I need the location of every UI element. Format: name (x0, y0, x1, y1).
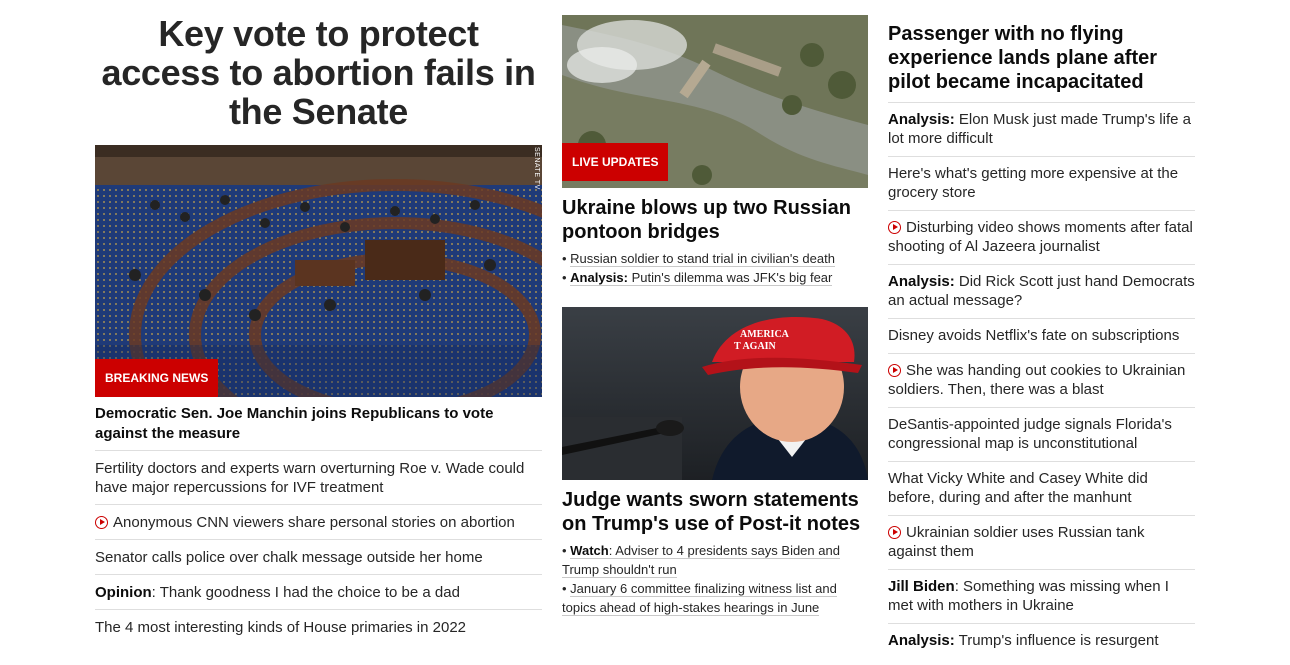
trump-photo[interactable]: AMERICA T AGAIN (562, 307, 868, 480)
headline-link[interactable]: She was handing out cookies to Ukrainian… (888, 354, 1195, 408)
bullet-link-text: Russian soldier to stand trial in civili… (570, 251, 835, 267)
headline-link[interactable]: Anonymous CNN viewers share personal sto… (95, 505, 542, 540)
headline-link[interactable]: Analysis: Elon Musk just made Trump's li… (888, 103, 1195, 157)
lead-headline[interactable]: Key vote to protect access to abortion f… (95, 14, 542, 131)
passenger-headline[interactable]: Passenger with no flying experience land… (888, 22, 1195, 103)
senate-chamber-image[interactable]: SENATE TV BREAKING NEWS (95, 145, 542, 397)
ukraine-river-image[interactable]: LIVE UPDATES (562, 15, 868, 188)
headline-prefix: Jill Biden (888, 578, 955, 595)
lead-related-list: Fertility doctors and experts warn overt… (95, 451, 542, 644)
play-video-icon (888, 221, 901, 234)
lead-story-column: Key vote to protect access to abortion f… (95, 0, 542, 644)
ukraine-headline[interactable]: Ukraine blows up two Russian pontoon bri… (562, 196, 868, 244)
headline-link[interactable]: Senator calls police over chalk message … (95, 540, 542, 575)
headline-link[interactable]: Opinion: Thank goodness I had the choice… (95, 575, 542, 610)
headline-text: Here's what's getting more expensive at … (888, 165, 1179, 201)
trump-portrait-illustration: AMERICA T AGAIN (562, 307, 868, 480)
headline-link[interactable]: DeSantis-appointed judge signals Florida… (888, 408, 1195, 462)
lead-subheadline[interactable]: Democratic Sen. Joe Manchin joins Republ… (95, 404, 542, 451)
headline-link[interactable]: Analysis: Did Rick Scott just hand Democ… (888, 265, 1195, 319)
ukraine-related-list: • Russian soldier to stand trial in civi… (562, 249, 868, 287)
headline-text: Anonymous CNN viewers share personal sto… (113, 514, 515, 531)
bullet-link-text: January 6 committee finalizing witness l… (562, 581, 837, 616)
bullet-link-text: Watch: Adviser to 4 presidents says Bide… (562, 543, 840, 578)
bullet-text: Russian soldier to stand trial in civili… (570, 251, 835, 266)
headline-link[interactable]: What Vicky White and Casey White did bef… (888, 462, 1195, 516)
headline-link[interactable]: The 4 most interesting kinds of House pr… (95, 610, 542, 644)
bullet-link[interactable]: • Russian soldier to stand trial in civi… (562, 249, 868, 268)
headline-text: What Vicky White and Casey White did bef… (888, 470, 1148, 506)
right-column: Passenger with no flying experience land… (888, 0, 1195, 658)
bullet-link[interactable]: • Watch: Adviser to 4 presidents says Bi… (562, 541, 868, 579)
headline-link[interactable]: Disney avoids Netflix's fate on subscrip… (888, 319, 1195, 354)
live-updates-badge: LIVE UPDATES (562, 143, 669, 181)
headline-link[interactable]: Analysis: Trump's influence is resurgent (888, 624, 1195, 658)
bullet-link[interactable]: • Analysis: Putin's dilemma was JFK's bi… (562, 268, 868, 287)
headline-prefix: Analysis: (888, 273, 955, 290)
judge-headline[interactable]: Judge wants sworn statements on Trump's … (562, 488, 868, 536)
headline-text: Senator calls police over chalk message … (95, 549, 483, 566)
headline-text: Ukrainian soldier uses Russian tank agai… (888, 524, 1145, 560)
play-video-icon (888, 364, 901, 377)
bullet-link-text: Analysis: Putin's dilemma was JFK's big … (570, 270, 833, 286)
hat-text-2: T AGAIN (734, 341, 777, 352)
headline-text: Trump's influence is resurgent (954, 632, 1159, 649)
headline-link[interactable]: Disturbing video shows moments after fat… (888, 211, 1195, 265)
play-video-icon (95, 516, 108, 529)
headline-text: : Thank goodness I had the choice to be … (151, 584, 460, 601)
headline-prefix: Analysis: (888, 111, 955, 128)
hat-text-1: AMERICA (740, 329, 790, 340)
headline-text: Fertility doctors and experts warn overt… (95, 460, 525, 496)
bullet-prefix: Analysis: (570, 270, 628, 285)
bullet-text: Putin's dilemma was JFK's big fear (627, 270, 833, 285)
right-headline-list: Analysis: Elon Musk just made Trump's li… (888, 103, 1195, 658)
headline-text: Disturbing video shows moments after fat… (888, 219, 1193, 255)
play-video-icon (888, 526, 901, 539)
breaking-news-badge: BREAKING NEWS (95, 359, 219, 397)
headline-text: The 4 most interesting kinds of House pr… (95, 619, 467, 636)
middle-column: LIVE UPDATES Ukraine blows up two Russia… (562, 0, 868, 617)
headline-text: DeSantis-appointed judge signals Florida… (888, 416, 1172, 452)
headline-link[interactable]: Fertility doctors and experts warn overt… (95, 451, 542, 505)
headline-text: She was handing out cookies to Ukrainian… (888, 362, 1186, 398)
judge-related-list: • Watch: Adviser to 4 presidents says Bi… (562, 541, 868, 617)
headline-link[interactable]: Here's what's getting more expensive at … (888, 157, 1195, 211)
headline-prefix: Analysis: (888, 632, 955, 649)
headline-text: Disney avoids Netflix's fate on subscrip… (888, 327, 1180, 344)
headline-prefix: Opinion (95, 584, 152, 601)
headline-link[interactable]: Ukrainian soldier uses Russian tank agai… (888, 516, 1195, 570)
headline-link[interactable]: Jill Biden: Something was missing when I… (888, 570, 1195, 624)
bullet-prefix: Watch (570, 543, 609, 558)
image-credit: SENATE TV (533, 147, 540, 190)
bullet-link[interactable]: • January 6 committee finalizing witness… (562, 579, 868, 617)
bullet-text: January 6 committee finalizing witness l… (562, 581, 837, 615)
